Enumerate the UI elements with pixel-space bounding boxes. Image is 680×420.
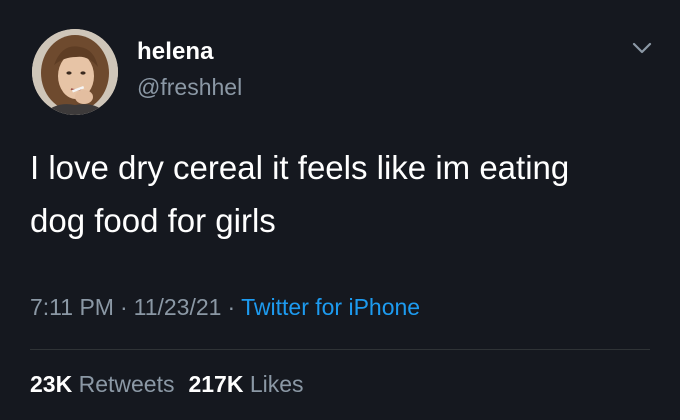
retweets-stat[interactable]: 23K Retweets (30, 371, 174, 397)
likes-label: Likes (249, 371, 304, 397)
tweet-card: helena @freshhel I love dry cereal it fe… (0, 0, 680, 420)
chevron-down-icon[interactable] (630, 38, 654, 58)
divider (30, 349, 650, 350)
tweet-date[interactable]: 11/23/21 (134, 294, 222, 320)
meta-separator: · (119, 294, 128, 320)
avatar[interactable] (32, 29, 118, 115)
meta-separator: · (227, 294, 236, 320)
likes-stat[interactable]: 217K Likes (188, 371, 303, 397)
tweet-source-link[interactable]: Twitter for iPhone (241, 294, 420, 320)
tweet-text-line: dog food for girls (30, 202, 276, 239)
author-name[interactable]: helena (137, 38, 214, 66)
avatar-image (32, 29, 118, 115)
likes-count: 217K (188, 371, 244, 397)
retweets-label: Retweets (78, 371, 175, 397)
tweet-stats: 23K Retweets 217K Likes (30, 371, 318, 398)
author-handle[interactable]: @freshhel (137, 74, 242, 101)
tweet-text-line: I love dry cereal it feels like im eatin… (30, 149, 570, 186)
retweets-count: 23K (30, 371, 73, 397)
tweet-metadata: 7:11 PM · 11/23/21 · Twitter for iPhone (30, 294, 420, 321)
tweet-text: I love dry cereal it feels like im eatin… (30, 141, 660, 247)
tweet-time[interactable]: 7:11 PM (30, 294, 114, 320)
